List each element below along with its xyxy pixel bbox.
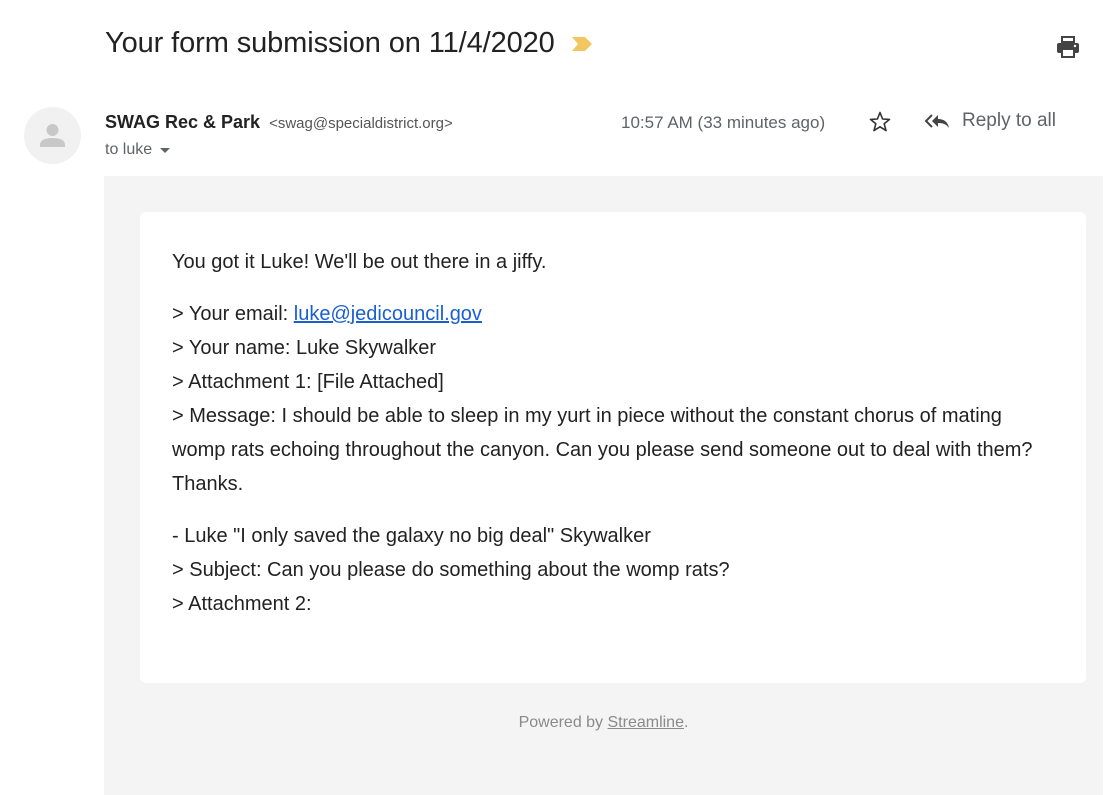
email-body-container: You got it Luke! We'll be out there in a…	[104, 176, 1103, 795]
field-attachment-2: > Attachment 2:	[172, 593, 312, 615]
person-icon	[40, 124, 65, 147]
reply-all-icon	[924, 114, 949, 128]
greeting-text: You got it Luke! We'll be out there in a…	[172, 251, 547, 273]
sender-name[interactable]: SWAG Rec & Park	[105, 112, 260, 132]
subject-row: Your form submission on 11/4/2020	[105, 27, 595, 60]
star-outline-icon	[869, 111, 891, 132]
print-button[interactable]	[1055, 35, 1081, 59]
message-card: You got it Luke! We'll be out there in a…	[140, 212, 1086, 683]
field-email-label: > Your email:	[172, 303, 294, 325]
field-name: > Your name: Luke Skywalker	[172, 337, 437, 359]
email-view: Your form submission on 11/4/2020 SWAG R…	[0, 0, 1106, 795]
reply-all-button[interactable]: Reply to all	[924, 110, 1056, 132]
sender-line: SWAG Rec & Park <swag@specialdistrict.or…	[105, 112, 453, 133]
importance-marker-icon[interactable]	[571, 36, 595, 52]
email-link[interactable]: luke@jedicouncil.gov	[294, 303, 482, 325]
sender-email: <swag@specialdistrict.org>	[269, 115, 453, 132]
powered-by-footer: Powered by Streamline.	[104, 714, 1103, 732]
email-subject: Your form submission on 11/4/2020	[105, 27, 555, 59]
field-email: > Your email: luke@jedicouncil.gov	[172, 297, 1057, 331]
field-subject: > Subject: Can you please do something a…	[172, 559, 730, 581]
footer-suffix: .	[683, 714, 689, 731]
field-attachment-1: > Attachment 1: [File Attached]	[172, 371, 444, 393]
footer-prefix: Powered by	[518, 714, 608, 731]
signature-line: - Luke "I only saved the galaxy no big d…	[172, 525, 651, 547]
reply-all-label: Reply to all	[962, 110, 1056, 131]
caret-down-icon	[160, 147, 171, 153]
recipient-label: to luke	[105, 141, 153, 158]
star-button[interactable]	[868, 110, 892, 134]
field-message: > Message: I should be able to sleep in …	[172, 405, 1033, 495]
message-content: You got it Luke! We'll be out there in a…	[172, 245, 1057, 621]
printer-icon	[1057, 36, 1079, 58]
sender-avatar[interactable]	[24, 107, 81, 164]
recipient-details-toggle[interactable]: to luke	[105, 141, 171, 159]
email-timestamp: 10:57 AM (33 minutes ago)	[621, 113, 826, 132]
streamline-link[interactable]: Streamline	[608, 714, 684, 731]
